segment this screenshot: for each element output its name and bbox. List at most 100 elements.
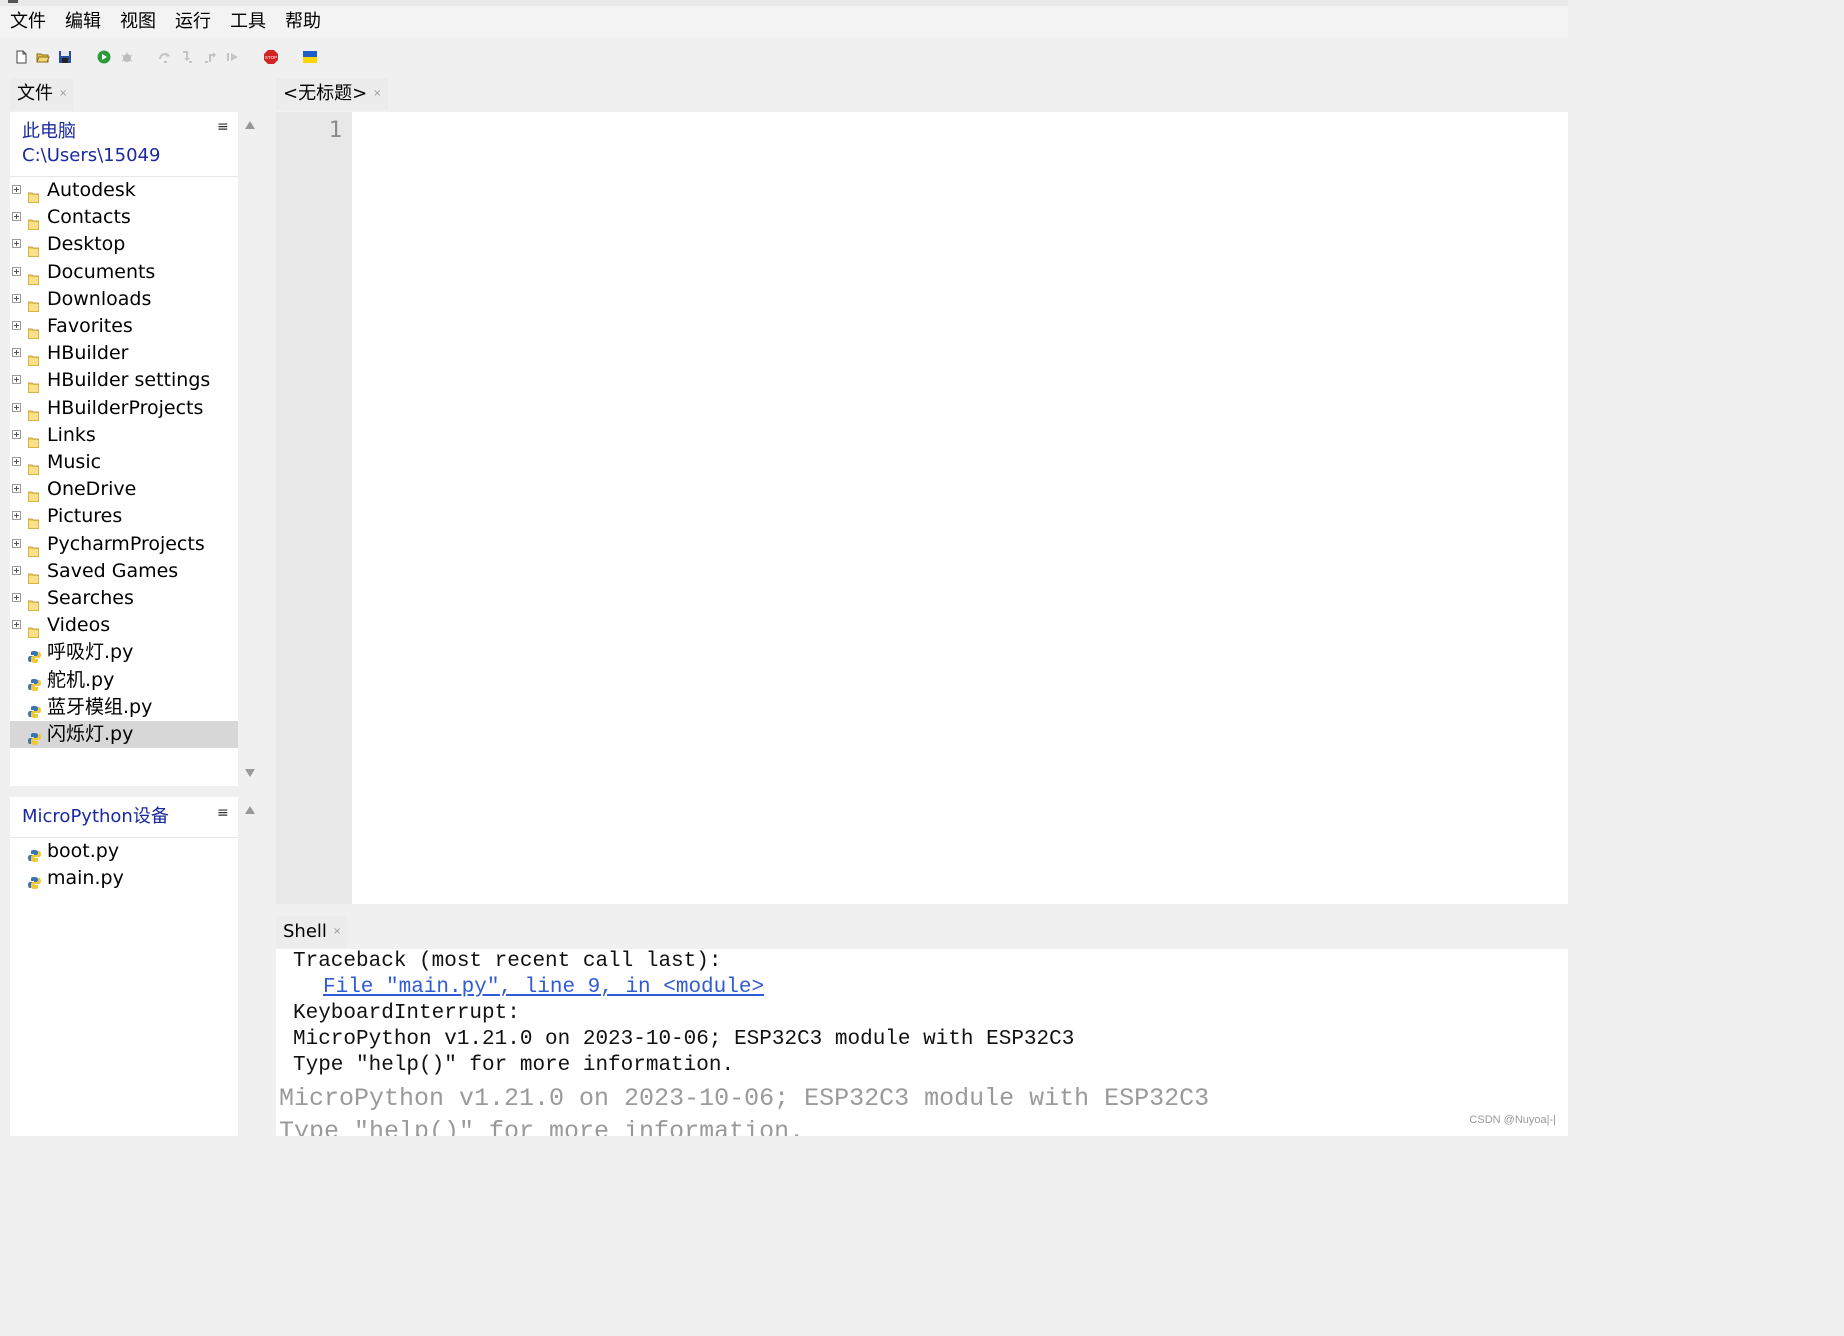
watermark: CSDN @Nuyoa|-|: [1469, 1114, 1556, 1126]
file-label: main.py: [47, 867, 124, 890]
folder-label: Music: [47, 451, 102, 473]
expand-icon[interactable]: [12, 212, 21, 222]
menu-help[interactable]: 帮助: [275, 7, 330, 37]
line-number-gutter: 1: [276, 112, 352, 904]
run-icon[interactable]: [97, 50, 111, 64]
tab-shell[interactable]: Shell ×: [276, 916, 348, 948]
resume-icon[interactable]: [226, 50, 240, 64]
traceback-file-link[interactable]: File "main.py", line 9, in <module>: [323, 976, 764, 999]
expand-icon[interactable]: [12, 348, 21, 358]
scroll-up-icon[interactable]: [245, 121, 255, 129]
close-icon[interactable]: ×: [373, 88, 381, 99]
expand-icon[interactable]: [12, 239, 21, 249]
expand-icon[interactable]: [12, 565, 21, 575]
expand-icon[interactable]: [12, 375, 21, 385]
menu-run[interactable]: 运行: [165, 7, 220, 37]
open-folder-icon[interactable]: [36, 50, 50, 64]
file-row[interactable]: 闪烁灯.py: [10, 721, 238, 748]
debug-icon[interactable]: [120, 50, 134, 64]
folder-row[interactable]: HBuilder settings: [10, 367, 238, 394]
python-file-icon: [28, 700, 41, 718]
file-panel-scrollbar[interactable]: [239, 112, 261, 786]
save-icon[interactable]: [58, 50, 72, 64]
folder-icon: [27, 565, 40, 585]
ukraine-flag-icon[interactable]: [303, 50, 317, 64]
menu-file[interactable]: 文件: [0, 7, 55, 37]
files-tab-bar: 文件 ×: [10, 78, 240, 110]
file-label: boot.py: [47, 840, 120, 862]
new-file-icon[interactable]: [14, 50, 28, 64]
expand-icon[interactable]: [12, 402, 21, 412]
menu-view[interactable]: 视图: [110, 7, 165, 37]
folder-label: Videos: [47, 614, 111, 637]
folder-row[interactable]: Music: [10, 449, 238, 476]
folder-icon: [27, 211, 40, 231]
folder-row[interactable]: Saved Games: [10, 558, 238, 585]
folder-row[interactable]: Searches: [10, 585, 238, 612]
expand-icon[interactable]: [12, 538, 21, 548]
menu-bar: 文件 编辑 视图 运行 工具 帮助: [0, 6, 1568, 38]
folder-row[interactable]: Autodesk: [10, 177, 238, 204]
device-title[interactable]: MicroPython设备: [22, 805, 169, 829]
folder-label: Downloads: [47, 287, 152, 310]
file-row[interactable]: 舵机.py: [10, 667, 238, 694]
panel-menu-icon[interactable]: ≡: [217, 805, 229, 821]
folder-row[interactable]: Documents: [10, 259, 238, 286]
traceback-line: Traceback (most recent call last):: [293, 950, 722, 973]
step-out-icon[interactable]: [203, 50, 217, 64]
location-label[interactable]: 此电脑: [22, 120, 76, 144]
file-label: 闪烁灯.py: [47, 723, 134, 745]
code-editor[interactable]: 1: [276, 112, 1568, 904]
path-breadcrumb[interactable]: C:\Users\15049: [22, 144, 160, 168]
file-row[interactable]: 蓝牙模组.py: [10, 694, 238, 721]
close-icon[interactable]: ×: [59, 88, 67, 99]
folder-row[interactable]: HBuilder: [10, 340, 238, 367]
file-browser-panel: 此电脑 C:\Users\15049 ≡ Autodesk Contacts Des…: [10, 112, 238, 786]
menu-tools[interactable]: 工具: [220, 7, 275, 37]
folder-label: HBuilder: [47, 342, 129, 365]
expand-icon[interactable]: [12, 457, 21, 466]
file-row[interactable]: 呼吸灯.py: [10, 639, 238, 666]
folder-icon: [27, 320, 40, 340]
folder-row[interactable]: Videos: [10, 612, 238, 639]
step-over-icon[interactable]: [158, 50, 172, 64]
menu-edit[interactable]: 编辑: [55, 7, 110, 37]
folder-row[interactable]: PycharmProjects: [10, 531, 238, 558]
folder-label: Saved Games: [47, 559, 179, 582]
folder-row[interactable]: Favorites: [10, 313, 238, 340]
folder-row[interactable]: Contacts: [10, 204, 238, 231]
folder-row[interactable]: HBuilderProjects: [10, 395, 238, 422]
expand-icon[interactable]: [12, 620, 21, 630]
close-icon[interactable]: ×: [333, 926, 341, 937]
device-file-row[interactable]: main.py: [10, 865, 238, 892]
stop-icon[interactable]: STOP: [264, 50, 278, 64]
banner-line: MicroPython v1.21.0 on 2023-10-06; ESP32…: [293, 1028, 1075, 1051]
expand-icon[interactable]: [12, 429, 21, 439]
folder-row[interactable]: Links: [10, 422, 238, 449]
scroll-down-icon[interactable]: [245, 769, 255, 777]
folder-row[interactable]: Desktop: [10, 231, 238, 258]
panel-menu-icon[interactable]: ≡: [217, 119, 229, 135]
folder-icon: [27, 429, 40, 449]
expand-icon[interactable]: [12, 511, 21, 521]
shell-tab-bar: Shell ×: [276, 916, 1568, 948]
shell-console[interactable]: Traceback (most recent call last): File …: [276, 949, 1568, 1136]
expand-icon[interactable]: [12, 266, 21, 276]
scroll-up-icon[interactable]: [245, 806, 255, 814]
folder-row[interactable]: Downloads: [10, 286, 238, 313]
folder-row[interactable]: OneDrive: [10, 476, 238, 503]
expand-icon[interactable]: [12, 321, 21, 330]
tab-untitled[interactable]: <无标题> ×: [276, 78, 388, 110]
expand-icon[interactable]: [12, 593, 21, 602]
folder-label: HBuilderProjects: [47, 396, 204, 419]
step-into-icon[interactable]: [180, 50, 194, 64]
tab-files[interactable]: 文件 ×: [10, 78, 74, 110]
folder-icon: [27, 374, 40, 394]
expand-icon[interactable]: [12, 484, 21, 494]
device-file-row[interactable]: boot.py: [10, 838, 238, 865]
device-panel-scrollbar[interactable]: [239, 797, 261, 1136]
folder-row[interactable]: Pictures: [10, 503, 238, 530]
expand-icon[interactable]: [12, 185, 21, 194]
expand-icon[interactable]: [12, 293, 21, 303]
folder-icon: [27, 456, 40, 476]
